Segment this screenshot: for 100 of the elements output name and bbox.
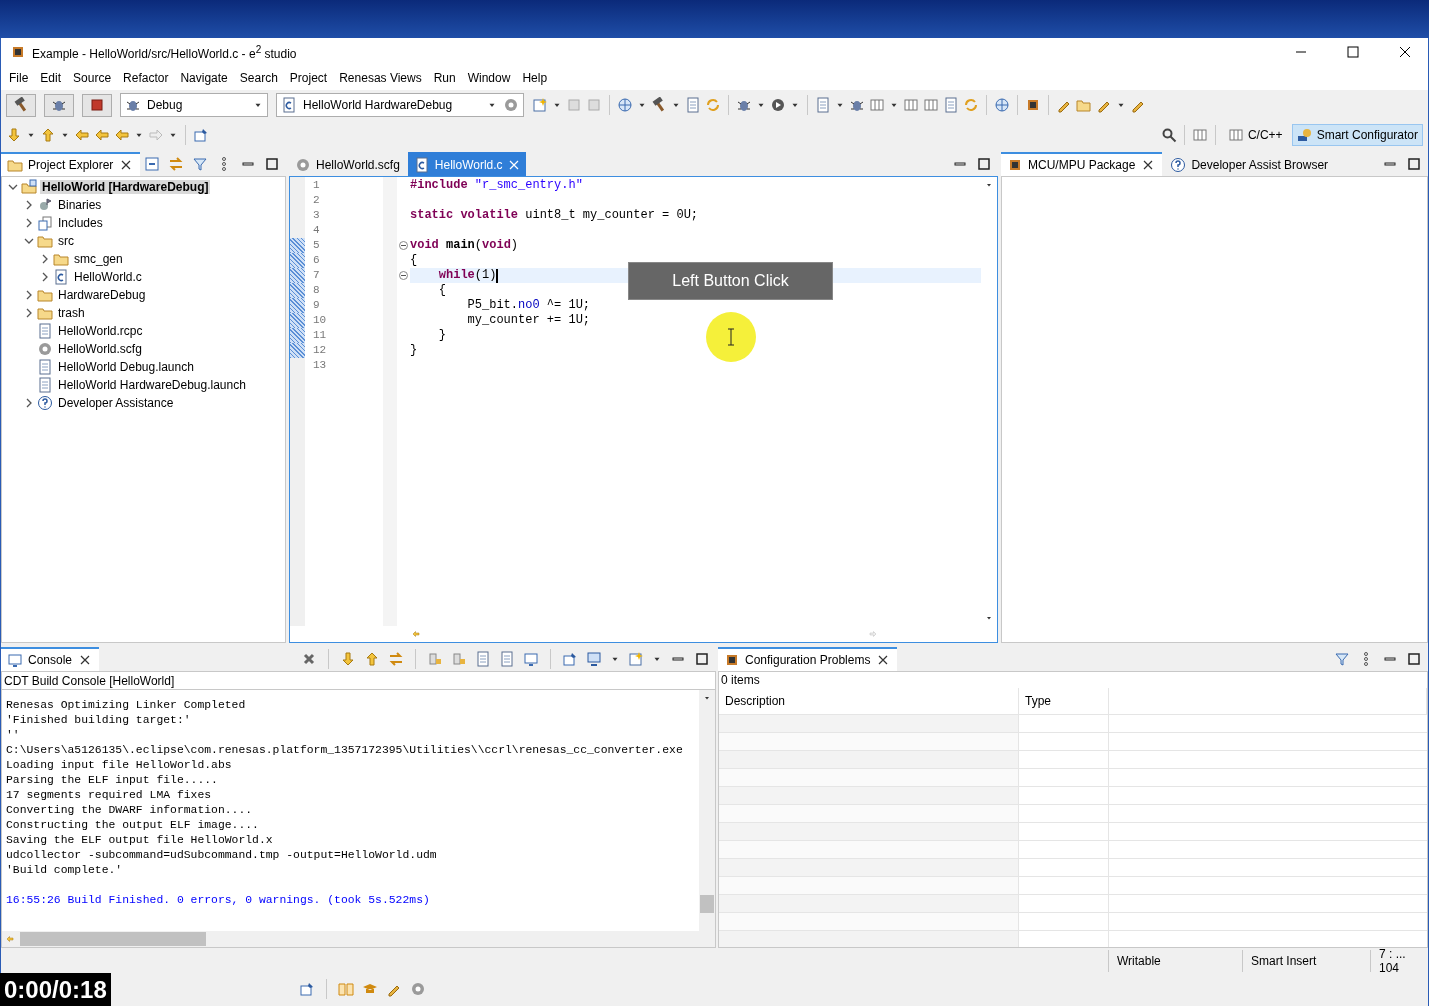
tree-item[interactable]: HardwareDebug bbox=[56, 288, 148, 302]
menu-item[interactable]: Help bbox=[516, 69, 554, 87]
fold-icon[interactable] bbox=[399, 241, 408, 250]
chevron-icon[interactable] bbox=[8, 182, 18, 192]
stop-button[interactable] bbox=[82, 93, 112, 117]
grid-icon[interactable] bbox=[923, 97, 939, 113]
maximize-icon[interactable] bbox=[264, 156, 280, 172]
build-button[interactable] bbox=[6, 93, 36, 117]
maximize-icon[interactable] bbox=[1406, 156, 1422, 172]
horizontal-scrollbar[interactable] bbox=[2, 931, 715, 947]
text-cursor bbox=[496, 268, 499, 283]
pin-icon[interactable] bbox=[193, 127, 209, 143]
panel-tab[interactable]: Developer Assist Browser bbox=[1164, 152, 1335, 176]
chevron-icon[interactable] bbox=[24, 200, 34, 210]
tree-item[interactable]: HelloWorld [HardwareDebug] bbox=[40, 180, 211, 194]
maximize-icon[interactable] bbox=[1406, 651, 1422, 667]
menu-item[interactable]: Run bbox=[427, 69, 462, 87]
folder-icon[interactable] bbox=[1076, 97, 1092, 113]
new-file-icon[interactable] bbox=[628, 651, 644, 667]
tree-item[interactable]: HelloWorld.c bbox=[72, 270, 144, 284]
editor-tab[interactable]: HelloWorld.scfg bbox=[289, 152, 406, 176]
perspective-button[interactable]: Smart Configurator bbox=[1291, 124, 1423, 146]
code-text: uint8_t my_counter = 0U; bbox=[524, 208, 699, 223]
column-header[interactable]: Type bbox=[1019, 688, 1109, 714]
tree-item[interactable]: HelloWorld.scfg bbox=[56, 342, 144, 356]
debug-button[interactable] bbox=[44, 93, 74, 117]
folder-icon bbox=[37, 287, 53, 303]
smart-icon bbox=[1296, 127, 1313, 143]
chevron-icon[interactable] bbox=[24, 398, 34, 408]
perspective-button[interactable]: C/C++ bbox=[1222, 124, 1288, 146]
file-icon[interactable] bbox=[943, 97, 959, 113]
filter-icon[interactable] bbox=[1334, 651, 1350, 667]
chevron-icon[interactable] bbox=[24, 236, 34, 246]
scroll-down-icon[interactable] bbox=[985, 614, 993, 622]
monitor-icon[interactable] bbox=[586, 651, 602, 667]
globe-icon[interactable] bbox=[994, 97, 1010, 113]
editor-tab[interactable]: HelloWorld.c bbox=[407, 152, 526, 176]
console-line: 17 segments required LMA fixes bbox=[6, 788, 213, 803]
console-line: Converting the DWARF information.... bbox=[6, 803, 254, 818]
panel-tab[interactable]: Configuration Problems bbox=[718, 647, 898, 671]
search-icon[interactable] bbox=[1160, 127, 1177, 143]
arrow-down-icon[interactable] bbox=[340, 651, 356, 667]
console-icon[interactable] bbox=[523, 651, 539, 667]
link-icon[interactable] bbox=[388, 651, 404, 667]
tree-item[interactable]: trash bbox=[56, 306, 87, 320]
menu-item[interactable]: File bbox=[3, 69, 35, 87]
run-icon[interactable] bbox=[770, 97, 786, 113]
fold-icon[interactable] bbox=[399, 271, 408, 280]
file-icon[interactable] bbox=[499, 651, 515, 667]
tree-item[interactable]: Includes bbox=[56, 216, 105, 230]
chevron-icon[interactable] bbox=[24, 308, 34, 318]
vertical-scrollbar[interactable] bbox=[699, 690, 715, 931]
chevron-icon[interactable] bbox=[24, 218, 34, 228]
file-icon[interactable] bbox=[475, 651, 491, 667]
file-icon bbox=[37, 377, 53, 393]
launch-config-dropdown[interactable]: HelloWorld HardwareDebug bbox=[276, 93, 524, 117]
arrow-right-icon[interactable] bbox=[94, 127, 110, 143]
chevron-icon[interactable] bbox=[40, 254, 50, 264]
line-number: 5 bbox=[313, 238, 321, 253]
code-text: (1) bbox=[474, 268, 497, 283]
hammer-icon[interactable] bbox=[651, 97, 667, 113]
menu-item[interactable]: Renesas Views bbox=[333, 69, 428, 87]
panel-tab[interactable]: Console bbox=[1, 647, 100, 671]
chevron-icon[interactable] bbox=[40, 272, 50, 282]
menu-item[interactable]: Project bbox=[283, 69, 334, 87]
pin-icon[interactable] bbox=[562, 651, 578, 667]
link-icon[interactable] bbox=[168, 156, 184, 172]
maximize-icon[interactable] bbox=[976, 156, 992, 172]
chevron-icon[interactable] bbox=[24, 290, 34, 300]
column-header[interactable]: Description bbox=[719, 688, 1019, 714]
arrow-up-icon[interactable] bbox=[364, 651, 380, 667]
menu-item[interactable]: Window bbox=[461, 69, 517, 87]
tree-item[interactable]: HelloWorld Debug.launch bbox=[56, 360, 196, 374]
filter-icon[interactable] bbox=[192, 156, 208, 172]
menu-item[interactable]: Edit bbox=[34, 69, 68, 87]
tree-item[interactable]: Developer Assistance bbox=[56, 396, 176, 410]
menu-item[interactable]: Search bbox=[233, 69, 284, 87]
open-perspective-icon[interactable] bbox=[1191, 127, 1208, 143]
clear-icon[interactable] bbox=[301, 651, 317, 667]
scroll-left-icon[interactable] bbox=[412, 630, 420, 638]
maximize-icon[interactable] bbox=[694, 651, 710, 667]
gear-icon bbox=[295, 157, 311, 173]
tree-item[interactable]: smc_gen bbox=[72, 252, 125, 266]
scroll-thumb[interactable] bbox=[700, 895, 714, 913]
tree-item[interactable]: src bbox=[56, 234, 76, 248]
panel-tab[interactable]: Project Explorer bbox=[1, 152, 141, 176]
scroll-up-icon[interactable] bbox=[985, 181, 993, 189]
collapse-all-icon[interactable] bbox=[144, 156, 160, 172]
gear-icon bbox=[37, 341, 53, 357]
tree-item[interactable]: Binaries bbox=[56, 198, 104, 212]
scroll-up-icon[interactable] bbox=[703, 694, 711, 702]
tree-item[interactable]: HelloWorld.rcpc bbox=[56, 324, 145, 338]
launch-mode-dropdown[interactable]: Debug bbox=[120, 93, 268, 117]
menu-item[interactable]: Refactor bbox=[117, 69, 175, 87]
panel-tab[interactable]: MCU/MPU Package bbox=[1001, 152, 1163, 176]
menu-item[interactable]: Source bbox=[67, 69, 118, 87]
gear-icon[interactable] bbox=[410, 980, 426, 997]
tree-item[interactable]: HelloWorld HardwareDebug.launch bbox=[56, 378, 248, 392]
chip-icon[interactable] bbox=[1025, 97, 1041, 113]
menu-item[interactable]: Navigate bbox=[174, 69, 234, 87]
